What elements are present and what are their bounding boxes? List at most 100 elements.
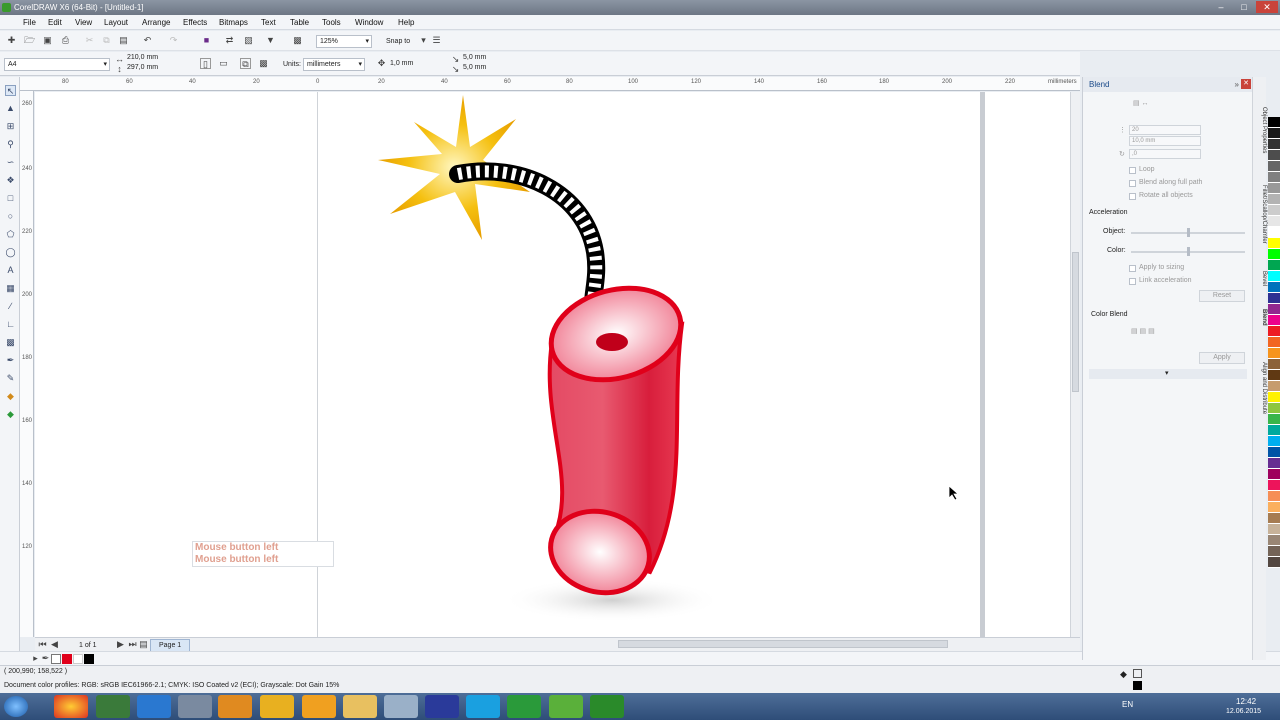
loop-checkbox[interactable]	[1129, 167, 1136, 174]
app-taskbar-icon[interactable]	[260, 695, 294, 718]
vertical-ruler[interactable]: 260 240 220 200 180 160 140 120	[20, 91, 34, 637]
previous-page-icon[interactable]: ◀	[49, 639, 60, 650]
add-page-icon[interactable]: ▤	[138, 639, 149, 650]
palette-swatch[interactable]	[1268, 271, 1280, 282]
palette-swatch[interactable]	[1268, 502, 1280, 513]
last-page-icon[interactable]: ⏭	[127, 639, 138, 650]
palette-swatch[interactable]	[1268, 524, 1280, 535]
palette-swatch[interactable]	[1268, 304, 1280, 315]
paste-icon[interactable]: ▤	[118, 35, 129, 46]
tab-object-properties[interactable]: Object Properties	[1253, 107, 1267, 153]
palette-swatch[interactable]	[1268, 128, 1280, 139]
docker-close-icon[interactable]: ✕	[1241, 79, 1251, 89]
print-icon[interactable]: ⎙	[60, 35, 71, 46]
language-indicator[interactable]: EN	[1122, 700, 1133, 709]
app-taskbar-icon[interactable]	[384, 695, 418, 718]
clock-time[interactable]: 12:42	[1236, 697, 1256, 706]
options-icon[interactable]: ☰	[431, 35, 442, 46]
palette-swatch[interactable]	[1268, 381, 1280, 392]
maximize-icon[interactable]: □	[1233, 1, 1255, 13]
outline-pen-icon[interactable]: ✎	[5, 373, 16, 384]
reset-button[interactable]: Reset	[1199, 290, 1245, 302]
palette-swatch[interactable]	[1268, 447, 1280, 458]
palette-swatch[interactable]	[1268, 425, 1280, 436]
fill-tool-icon[interactable]: ◆	[5, 391, 16, 402]
shape-tool-icon[interactable]: ▲	[5, 103, 16, 114]
page-height-field[interactable]: 297,0 mm	[124, 64, 188, 74]
palette-swatch[interactable]	[1268, 359, 1280, 370]
chrome-taskbar-icon[interactable]	[54, 695, 88, 718]
import-icon[interactable]: ■	[201, 35, 212, 46]
menu-layout[interactable]: Layout	[101, 15, 131, 30]
palette-swatch[interactable]	[1268, 150, 1280, 161]
page-size-select[interactable]: A4 ▾	[4, 58, 110, 71]
zoom-tool-icon[interactable]: ⚲	[5, 139, 16, 150]
menu-arrange[interactable]: Arrange	[139, 15, 173, 30]
redo-icon[interactable]: ↷	[168, 35, 179, 46]
basic-shapes-icon[interactable]: ◯	[5, 247, 16, 258]
palette-swatch[interactable]	[1268, 161, 1280, 172]
new-icon[interactable]: ✚	[6, 35, 17, 46]
coreldraw-taskbar-icon[interactable]	[507, 695, 541, 718]
application-launcher-icon[interactable]: ▼	[265, 35, 276, 46]
object-accel-knob[interactable]	[1187, 228, 1190, 237]
palette-swatch[interactable]	[1268, 370, 1280, 381]
palette-swatch[interactable]	[1268, 139, 1280, 150]
palette-swatch[interactable]	[1268, 172, 1280, 183]
palette-swatch[interactable]	[1268, 480, 1280, 491]
menu-help[interactable]: Help	[395, 15, 417, 30]
interactive-fill-icon[interactable]: ◆	[5, 409, 16, 420]
welcome-screen-icon[interactable]: ▩	[292, 35, 303, 46]
palette-swatch[interactable]	[1268, 557, 1280, 568]
palette-swatch[interactable]	[1268, 216, 1280, 227]
duplicate-x-field[interactable]: 5,0 mm	[460, 54, 520, 64]
menu-effects[interactable]: Effects	[180, 15, 210, 30]
no-color-swatch[interactable]	[51, 654, 61, 664]
tab-fillet[interactable]: Fillet/Scallop/Chamfer	[1253, 185, 1267, 244]
save-icon[interactable]: ▣	[42, 35, 53, 46]
palette-swatch[interactable]	[1268, 326, 1280, 337]
close-icon[interactable]: ✕	[1256, 1, 1278, 13]
polygon-tool-icon[interactable]: ⬠	[5, 229, 16, 240]
first-page-icon[interactable]: ⏮	[37, 639, 48, 650]
horizontal-scrollbar-thumb[interactable]	[618, 640, 948, 648]
color-profile-info[interactable]: Document color profiles: RGB: sRGB IEC61…	[4, 682, 339, 689]
dynamite-illustration[interactable]	[370, 92, 730, 632]
palette-swatch[interactable]	[1268, 183, 1280, 194]
eyedropper-icon[interactable]: ✒	[40, 653, 51, 664]
rotate-all-checkbox[interactable]	[1129, 193, 1136, 200]
tab-bevel[interactable]: Bevel	[1253, 271, 1267, 286]
crop-tool-icon[interactable]: ⊞	[5, 121, 16, 132]
palette-swatch[interactable]	[1268, 293, 1280, 304]
white-swatch[interactable]	[73, 654, 83, 664]
zoom-level-field[interactable]: 125% ▾	[316, 35, 372, 48]
color-accel-knob[interactable]	[1187, 247, 1190, 256]
chevron-down-icon[interactable]: ▾	[418, 35, 429, 46]
palette-swatch[interactable]	[1268, 392, 1280, 403]
palette-swatch[interactable]	[1268, 260, 1280, 271]
vertical-scrollbar[interactable]	[1070, 92, 1080, 637]
palette-swatch[interactable]	[1268, 282, 1280, 293]
menu-table[interactable]: Table	[287, 15, 312, 30]
palette-swatch[interactable]	[1268, 315, 1280, 326]
portrait-icon[interactable]: ▯	[200, 58, 211, 69]
palette-swatch[interactable]	[1268, 535, 1280, 546]
palette-swatch[interactable]	[1268, 117, 1280, 128]
text-tool-icon[interactable]: A	[5, 265, 16, 276]
clock-date[interactable]: 12.06.2015	[1226, 708, 1261, 715]
palette-swatch[interactable]	[1268, 458, 1280, 469]
menu-file[interactable]: File	[20, 15, 39, 30]
palette-swatch[interactable]	[1268, 205, 1280, 216]
vertical-scrollbar-thumb[interactable]	[1072, 252, 1079, 392]
dimension-tool-icon[interactable]: ∕	[5, 301, 16, 312]
landscape-icon[interactable]: ▭	[218, 58, 229, 69]
apply-button[interactable]: Apply	[1199, 352, 1245, 364]
blend-steps-field[interactable]: 20	[1129, 125, 1201, 135]
rectangle-tool-icon[interactable]: □	[5, 193, 16, 204]
palette-swatch[interactable]	[1268, 403, 1280, 414]
current-page-icon[interactable]: ▩	[258, 58, 269, 69]
menu-text[interactable]: Text	[258, 15, 279, 30]
table-tool-icon[interactable]: ▦	[5, 283, 16, 294]
horizontal-ruler[interactable]: 80 60 40 20 0 20 40 60 80 100 120 140 16…	[20, 77, 1080, 91]
ellipse-tool-icon[interactable]: ○	[5, 211, 16, 222]
